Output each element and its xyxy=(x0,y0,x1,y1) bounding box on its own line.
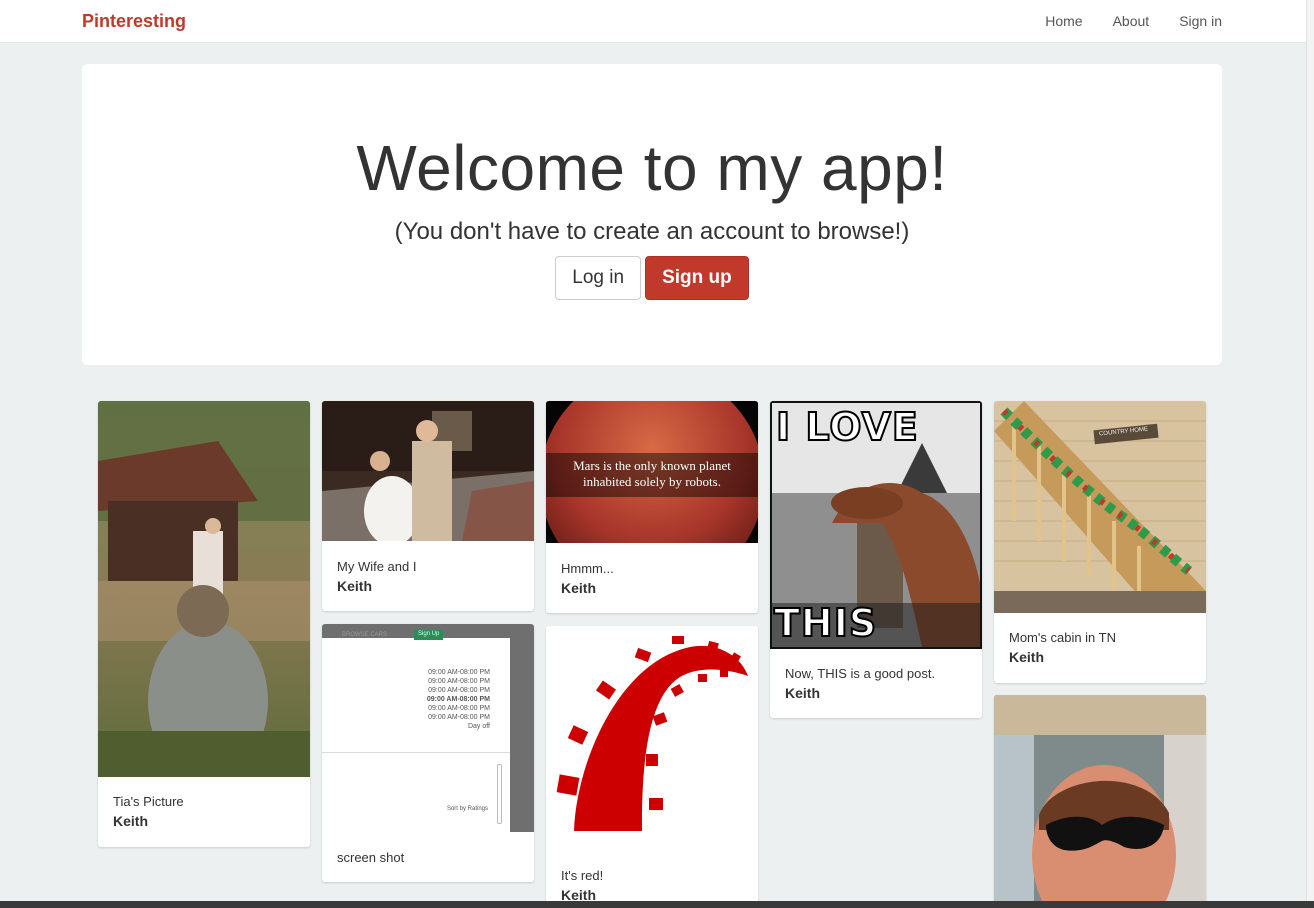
welcome-jumbotron: Welcome to my app! (You don't have to cr… xyxy=(82,64,1222,365)
rails-logo xyxy=(556,636,748,831)
pin-author[interactable]: Keith xyxy=(561,580,596,596)
auth-buttons: Log in Sign up xyxy=(82,256,1222,300)
divider xyxy=(322,752,510,753)
meme-top-text: I LOVE xyxy=(775,404,919,450)
pin-image: COUNTRY HOME xyxy=(994,401,1206,613)
pin-card[interactable]: 09:00 AM-08:00 PM 09:00 AM-08:00 PM 09:0… xyxy=(322,624,534,882)
nav-signin-link[interactable]: Sign in xyxy=(1179,13,1222,29)
pin-image xyxy=(98,401,310,777)
pin-author[interactable]: Keith xyxy=(785,685,820,701)
pin-card[interactable]: Mars is the only known planet inhabited … xyxy=(546,401,758,613)
pin-image xyxy=(322,401,534,541)
login-button[interactable]: Log in xyxy=(555,256,642,300)
pin-description: Now, THIS is a good post. xyxy=(785,666,936,681)
pin-card[interactable]: It's red! Keith xyxy=(546,626,758,908)
mars-caption: Mars is the only known planet inhabited … xyxy=(573,458,731,489)
pin-image xyxy=(994,695,1206,908)
hours-row: 09:00 AM-08:00 PM xyxy=(426,696,490,703)
pin-image xyxy=(546,626,758,846)
welcome-subtitle: (You don't have to create an account to … xyxy=(394,218,910,245)
welcome-title: Welcome to my app! xyxy=(356,132,948,204)
hours-row: 09:00 AM-08:00 PM xyxy=(428,678,490,685)
pin-description: Hmmm... xyxy=(561,561,614,576)
mini-scrollbar xyxy=(497,764,502,824)
sort-label: Sort by Ratings xyxy=(446,806,488,812)
pin-card[interactable]: COUNTRY HOME Mom's cabin in TN Keith xyxy=(994,401,1206,683)
nav-about-link[interactable]: About xyxy=(1113,13,1150,29)
pin-card[interactable]: I LOVE THIS POST Now, THIS is a good pos… xyxy=(770,401,982,718)
nav-home-link[interactable]: Home xyxy=(1045,13,1082,29)
pin-description: screen shot xyxy=(337,850,405,865)
nav-links: Home About Sign in xyxy=(1045,13,1222,29)
hours-row: Day off xyxy=(467,723,490,730)
pin-card[interactable]: Tia's Picture Keith xyxy=(98,401,310,847)
meme-bottom-text: THIS POST xyxy=(773,600,891,649)
screenshot-hours-list: 09:00 AM-08:00 PM 09:00 AM-08:00 PM 09:0… xyxy=(427,668,490,731)
hours-row: 09:00 AM-08:00 PM xyxy=(428,687,490,694)
pin-author[interactable]: Keith xyxy=(1009,649,1044,665)
pin-card[interactable] xyxy=(994,695,1206,908)
brand-link[interactable]: Pinteresting xyxy=(82,11,186,32)
pin-card[interactable]: My Wife and I Keith xyxy=(322,401,534,611)
hours-row: 09:00 AM-08:00 PM xyxy=(428,714,490,721)
os-dock-strip xyxy=(0,901,1314,908)
pin-description: My Wife and I xyxy=(337,559,417,574)
signup-button[interactable]: Sign up xyxy=(645,256,749,300)
pin-author[interactable]: Keith xyxy=(113,813,148,829)
pin-author[interactable]: Keith xyxy=(337,578,372,594)
screenshot-tab: BROWSE CARS xyxy=(342,632,388,638)
pin-description: Tia's Picture xyxy=(113,794,184,809)
hours-row: 09:00 AM-08:00 PM xyxy=(428,705,490,712)
screenshot-panel: 09:00 AM-08:00 PM 09:00 AM-08:00 PM 09:0… xyxy=(322,638,510,832)
navbar: Pinteresting Home About Sign in xyxy=(0,0,1306,43)
page-scrollbar[interactable] xyxy=(1306,0,1314,908)
pin-description: Mom's cabin in TN xyxy=(1009,630,1116,645)
pin-image: Mars is the only known planet inhabited … xyxy=(546,401,758,543)
hours-row: 09:00 AM-08:00 PM xyxy=(428,669,490,676)
pin-description: It's red! xyxy=(561,868,604,883)
pin-image: I LOVE THIS POST xyxy=(770,401,982,649)
pin-image: 09:00 AM-08:00 PM 09:00 AM-08:00 PM 09:0… xyxy=(322,624,534,832)
screenshot-signup-tab: Sign Up xyxy=(414,630,444,640)
